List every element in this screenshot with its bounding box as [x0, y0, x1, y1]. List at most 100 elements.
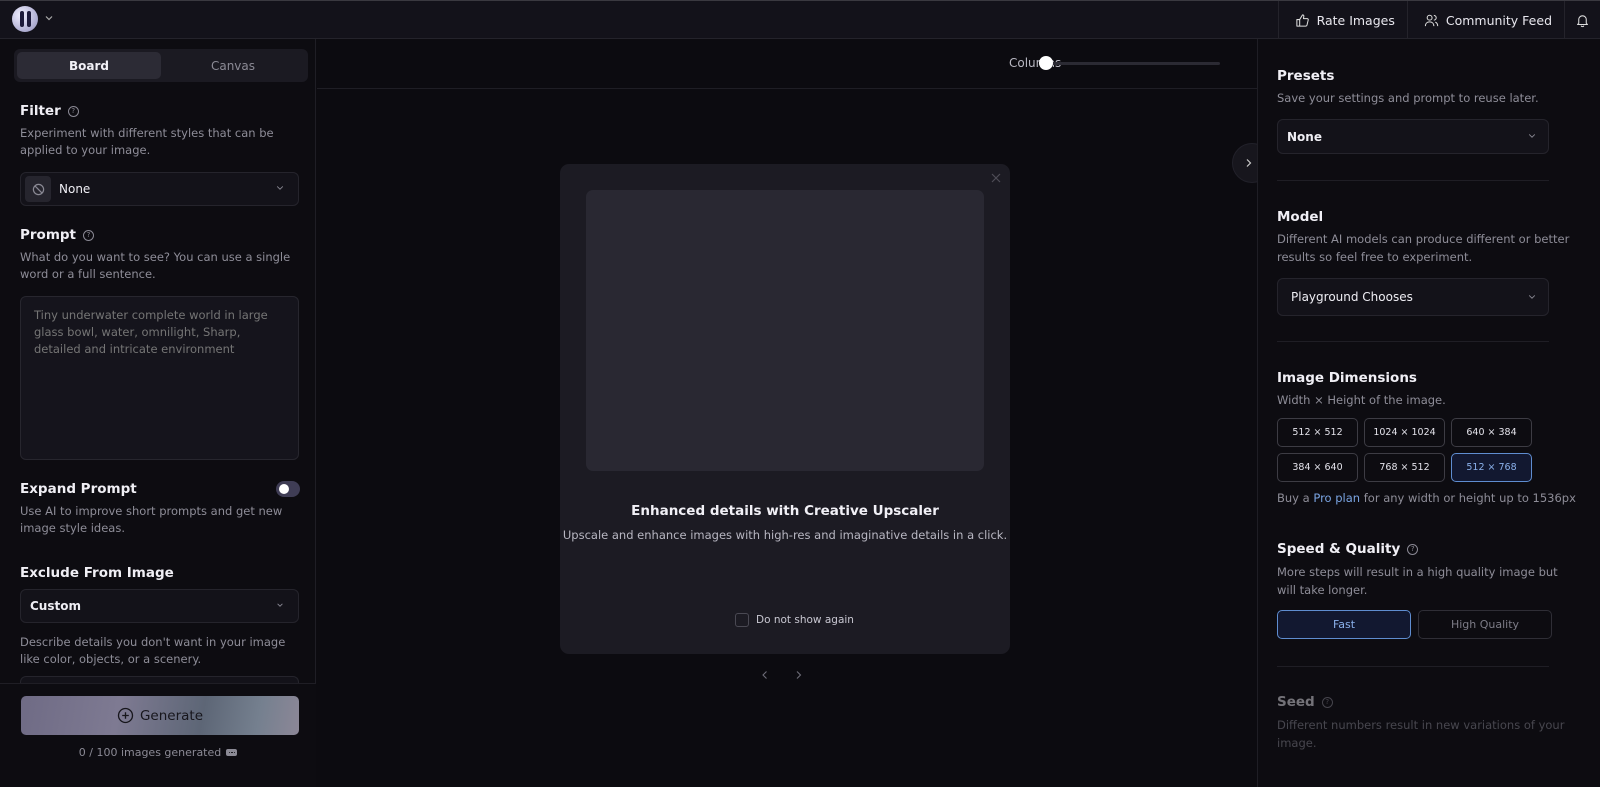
- model-description: Different AI models can produce differen…: [1277, 232, 1570, 264]
- plus-circle-icon: [117, 707, 134, 724]
- dimension-option[interactable]: 512 × 512: [1277, 418, 1358, 447]
- expand-prompt-description: Use AI to improve short prompts and get …: [20, 504, 283, 535]
- divider: [1277, 666, 1549, 667]
- high-quality-option[interactable]: High Quality: [1418, 610, 1552, 639]
- board-toolbar: Columns: [317, 39, 1257, 89]
- top-header: Rate Images Community Feed: [0, 1, 1600, 39]
- help-icon[interactable]: ?: [67, 105, 79, 117]
- generated-count-text: 0 / 100 images generated: [78, 746, 222, 759]
- filter-heading: Filter ?: [20, 103, 79, 119]
- modal-title: Enhanced details with Creative Upscaler: [631, 503, 939, 519]
- model-title: Model: [1277, 209, 1324, 225]
- seed-heading: Seed ?: [1277, 694, 1333, 710]
- right-sidebar: Presets Save your settings and prompt to…: [1257, 39, 1600, 787]
- model-value: Playground Chooses: [1291, 290, 1413, 304]
- expand-prompt-toggle[interactable]: [276, 481, 300, 497]
- chevron-down-icon: [277, 603, 283, 607]
- exclude-select[interactable]: Custom: [20, 589, 299, 623]
- modal-pager: [760, 669, 804, 681]
- dimension-option[interactable]: 640 × 384: [1451, 418, 1532, 447]
- modal-preview-image: [586, 190, 984, 471]
- divider: [1277, 341, 1549, 342]
- speed-quality-description: More steps will result in a high quality…: [1277, 565, 1558, 597]
- rate-images-label: Rate Images: [1316, 12, 1395, 28]
- chevron-down-icon: [1528, 134, 1536, 138]
- dimensions-description: Width × Height of the image.: [1277, 393, 1446, 407]
- dimension-options: 512 × 512 1024 × 1024 640 × 384 384 × 64…: [1277, 418, 1532, 482]
- chevron-down-icon[interactable]: [44, 13, 54, 23]
- app-logo[interactable]: [12, 6, 38, 32]
- fast-option[interactable]: Fast: [1277, 610, 1411, 639]
- generated-count: 0 / 100 images generated: [0, 746, 316, 759]
- tab-canvas[interactable]: Canvas: [161, 52, 305, 79]
- board-area: Columns Enhanced details with Creative U…: [317, 39, 1272, 787]
- thumbs-up-icon: [1295, 13, 1309, 27]
- speed-quality-options: Fast High Quality: [1277, 610, 1552, 639]
- dimension-option[interactable]: 384 × 640: [1277, 453, 1358, 482]
- columns-slider-handle[interactable]: [1039, 56, 1053, 70]
- seed-description: Different numbers result in new variatio…: [1277, 718, 1565, 750]
- modal-description: Upscale and enhance images with high-res…: [562, 528, 1008, 542]
- seed-title: Seed: [1277, 694, 1315, 710]
- dimension-option[interactable]: 1024 × 1024: [1364, 418, 1445, 447]
- view-tabs: Board Canvas: [14, 49, 308, 82]
- rate-images-button[interactable]: Rate Images: [1277, 1, 1407, 39]
- prompt-input[interactable]: [20, 296, 299, 460]
- filter-value: None: [59, 182, 91, 196]
- generate-footer: Generate 0 / 100 images generated: [0, 683, 316, 787]
- more-icon[interactable]: [226, 749, 238, 756]
- chevron-down-icon: [1528, 295, 1536, 299]
- do-not-show-again-label: Do not show again: [756, 614, 854, 626]
- bell-icon: [1577, 14, 1588, 27]
- checkbox-box[interactable]: [735, 613, 749, 627]
- presets-select[interactable]: None: [1277, 119, 1549, 154]
- do-not-show-again-checkbox[interactable]: Do not show again: [735, 613, 854, 627]
- exclude-description: Describe details you don't want in your …: [20, 635, 286, 666]
- pro-note-prefix: Buy a: [1277, 491, 1314, 505]
- upscaler-modal: Enhanced details with Creative Upscaler …: [560, 164, 1010, 654]
- dimension-option[interactable]: 768 × 512: [1364, 453, 1445, 482]
- dimensions-title: Image Dimensions: [1277, 370, 1417, 386]
- columns-slider-track[interactable]: [1052, 62, 1220, 65]
- model-select[interactable]: Playground Chooses: [1277, 278, 1549, 316]
- expand-prompt-title: Expand Prompt: [20, 481, 137, 497]
- tab-board[interactable]: Board: [17, 52, 161, 79]
- close-icon[interactable]: [990, 172, 1002, 184]
- filter-select[interactable]: None: [20, 172, 299, 206]
- chevron-right-icon: [1246, 159, 1252, 167]
- users-icon: [1424, 14, 1439, 26]
- divider: [1277, 180, 1549, 181]
- generate-button[interactable]: Generate: [21, 696, 299, 735]
- presets-description: Save your settings and prompt to reuse l…: [1277, 91, 1539, 105]
- chevron-right-icon: [796, 671, 802, 679]
- speed-quality-title: Speed & Quality: [1277, 541, 1401, 557]
- notifications-button[interactable]: [1564, 1, 1600, 39]
- prompt-description: What do you want to see? You can use a s…: [20, 250, 291, 281]
- presets-title: Presets: [1277, 68, 1335, 84]
- left-sidebar: Board Canvas Filter ? Experiment with di…: [0, 39, 321, 787]
- presets-value: None: [1287, 129, 1322, 144]
- help-icon[interactable]: ?: [1321, 696, 1333, 708]
- chevron-down-icon: [276, 186, 284, 190]
- community-feed-label: Community Feed: [1445, 12, 1552, 28]
- generate-label: Generate: [139, 707, 204, 724]
- speed-quality-heading: Speed & Quality ?: [1277, 541, 1419, 557]
- pro-note-suffix: for any width or height up to 1536px: [1360, 491, 1576, 505]
- exclude-value: Custom: [30, 599, 81, 613]
- filter-description: Experiment with different styles that ca…: [20, 126, 274, 157]
- pro-plan-note: Buy a Pro plan for any width or height u…: [1277, 491, 1576, 505]
- prompt-title: Prompt: [20, 227, 77, 243]
- help-icon[interactable]: ?: [1407, 543, 1419, 555]
- dimension-option-selected[interactable]: 512 × 768: [1451, 453, 1532, 482]
- chevron-left-icon: [762, 671, 767, 679]
- community-feed-button[interactable]: Community Feed: [1406, 1, 1564, 39]
- ban-icon: [32, 183, 44, 195]
- help-icon[interactable]: ?: [83, 229, 95, 241]
- filter-thumb: [25, 176, 51, 202]
- prev-slide-button[interactable]: [760, 669, 770, 681]
- exclude-title: Exclude From Image: [20, 565, 174, 581]
- next-slide-button[interactable]: [794, 669, 804, 681]
- prompt-heading: Prompt ?: [20, 227, 95, 243]
- left-sidebar-scroll: Board Canvas Filter ? Experiment with di…: [0, 39, 316, 694]
- pro-plan-link[interactable]: Pro plan: [1313, 491, 1360, 505]
